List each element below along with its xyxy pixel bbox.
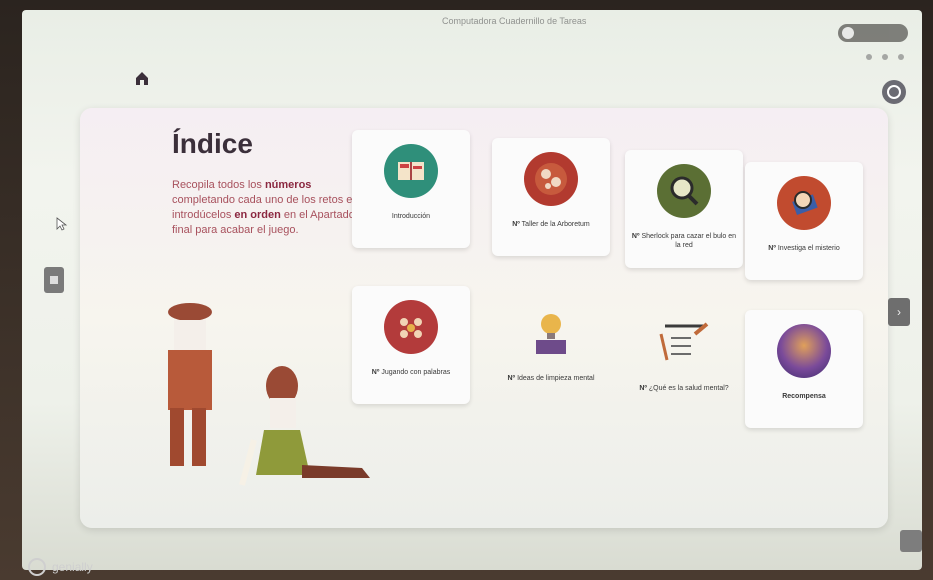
page-title: Índice xyxy=(172,128,253,159)
tile-reto-3[interactable]: Nº Investiga el misterio xyxy=(745,162,863,280)
cursor-icon xyxy=(56,217,68,231)
description-fragment: números xyxy=(264,179,312,191)
fullscreen-icon[interactable] xyxy=(900,530,922,552)
lightbulb-icon xyxy=(524,306,578,360)
page-description: Recopila todos los números completando c… xyxy=(172,178,357,238)
tile-reto-6[interactable]: Nº ¿Qué es la salud mental? xyxy=(625,302,743,420)
window-title: Computadora Cuadernillo de Tareas xyxy=(442,16,587,26)
children-illustration xyxy=(168,303,370,486)
genially-brand[interactable]: genially xyxy=(28,558,93,576)
description-fragment: en orden xyxy=(234,209,281,221)
description-fragment: Recopila todos los xyxy=(172,179,265,191)
tile-recompensa[interactable]: Recompensa xyxy=(745,310,863,428)
genially-logo-icon xyxy=(28,558,46,576)
book-icon xyxy=(384,144,438,198)
home-icon[interactable] xyxy=(134,70,150,86)
tile-reto-5[interactable]: Nº Ideas de limpieza mental xyxy=(492,292,610,410)
tile-reto-2[interactable]: Nº Sherlock para cazar el bulo en la red xyxy=(625,150,743,268)
arrow-left-icon[interactable] xyxy=(44,267,64,293)
tile-reto-1[interactable]: Nº Taller de la Arboretum xyxy=(492,138,610,256)
window-controls[interactable] xyxy=(866,54,904,60)
minimize-icon[interactable] xyxy=(866,54,872,60)
search-phone-icon xyxy=(777,176,831,230)
maximize-icon[interactable] xyxy=(882,54,888,60)
brand-name: genially xyxy=(52,560,93,574)
checklist-icon xyxy=(657,316,711,370)
molecule-icon xyxy=(524,152,578,206)
people-icon xyxy=(384,300,438,354)
user-pill[interactable] xyxy=(838,24,908,42)
arrow-right-icon[interactable]: › xyxy=(888,298,910,326)
close-icon[interactable] xyxy=(898,54,904,60)
tile-introduccion[interactable]: Introducción xyxy=(352,130,470,248)
avatar xyxy=(842,27,854,39)
settings-circle-icon[interactable] xyxy=(882,80,906,104)
reward-icon xyxy=(777,324,831,378)
screen: Computadora Cuadernillo de Tareas Índice… xyxy=(22,10,922,570)
magnifier-icon xyxy=(657,164,711,218)
